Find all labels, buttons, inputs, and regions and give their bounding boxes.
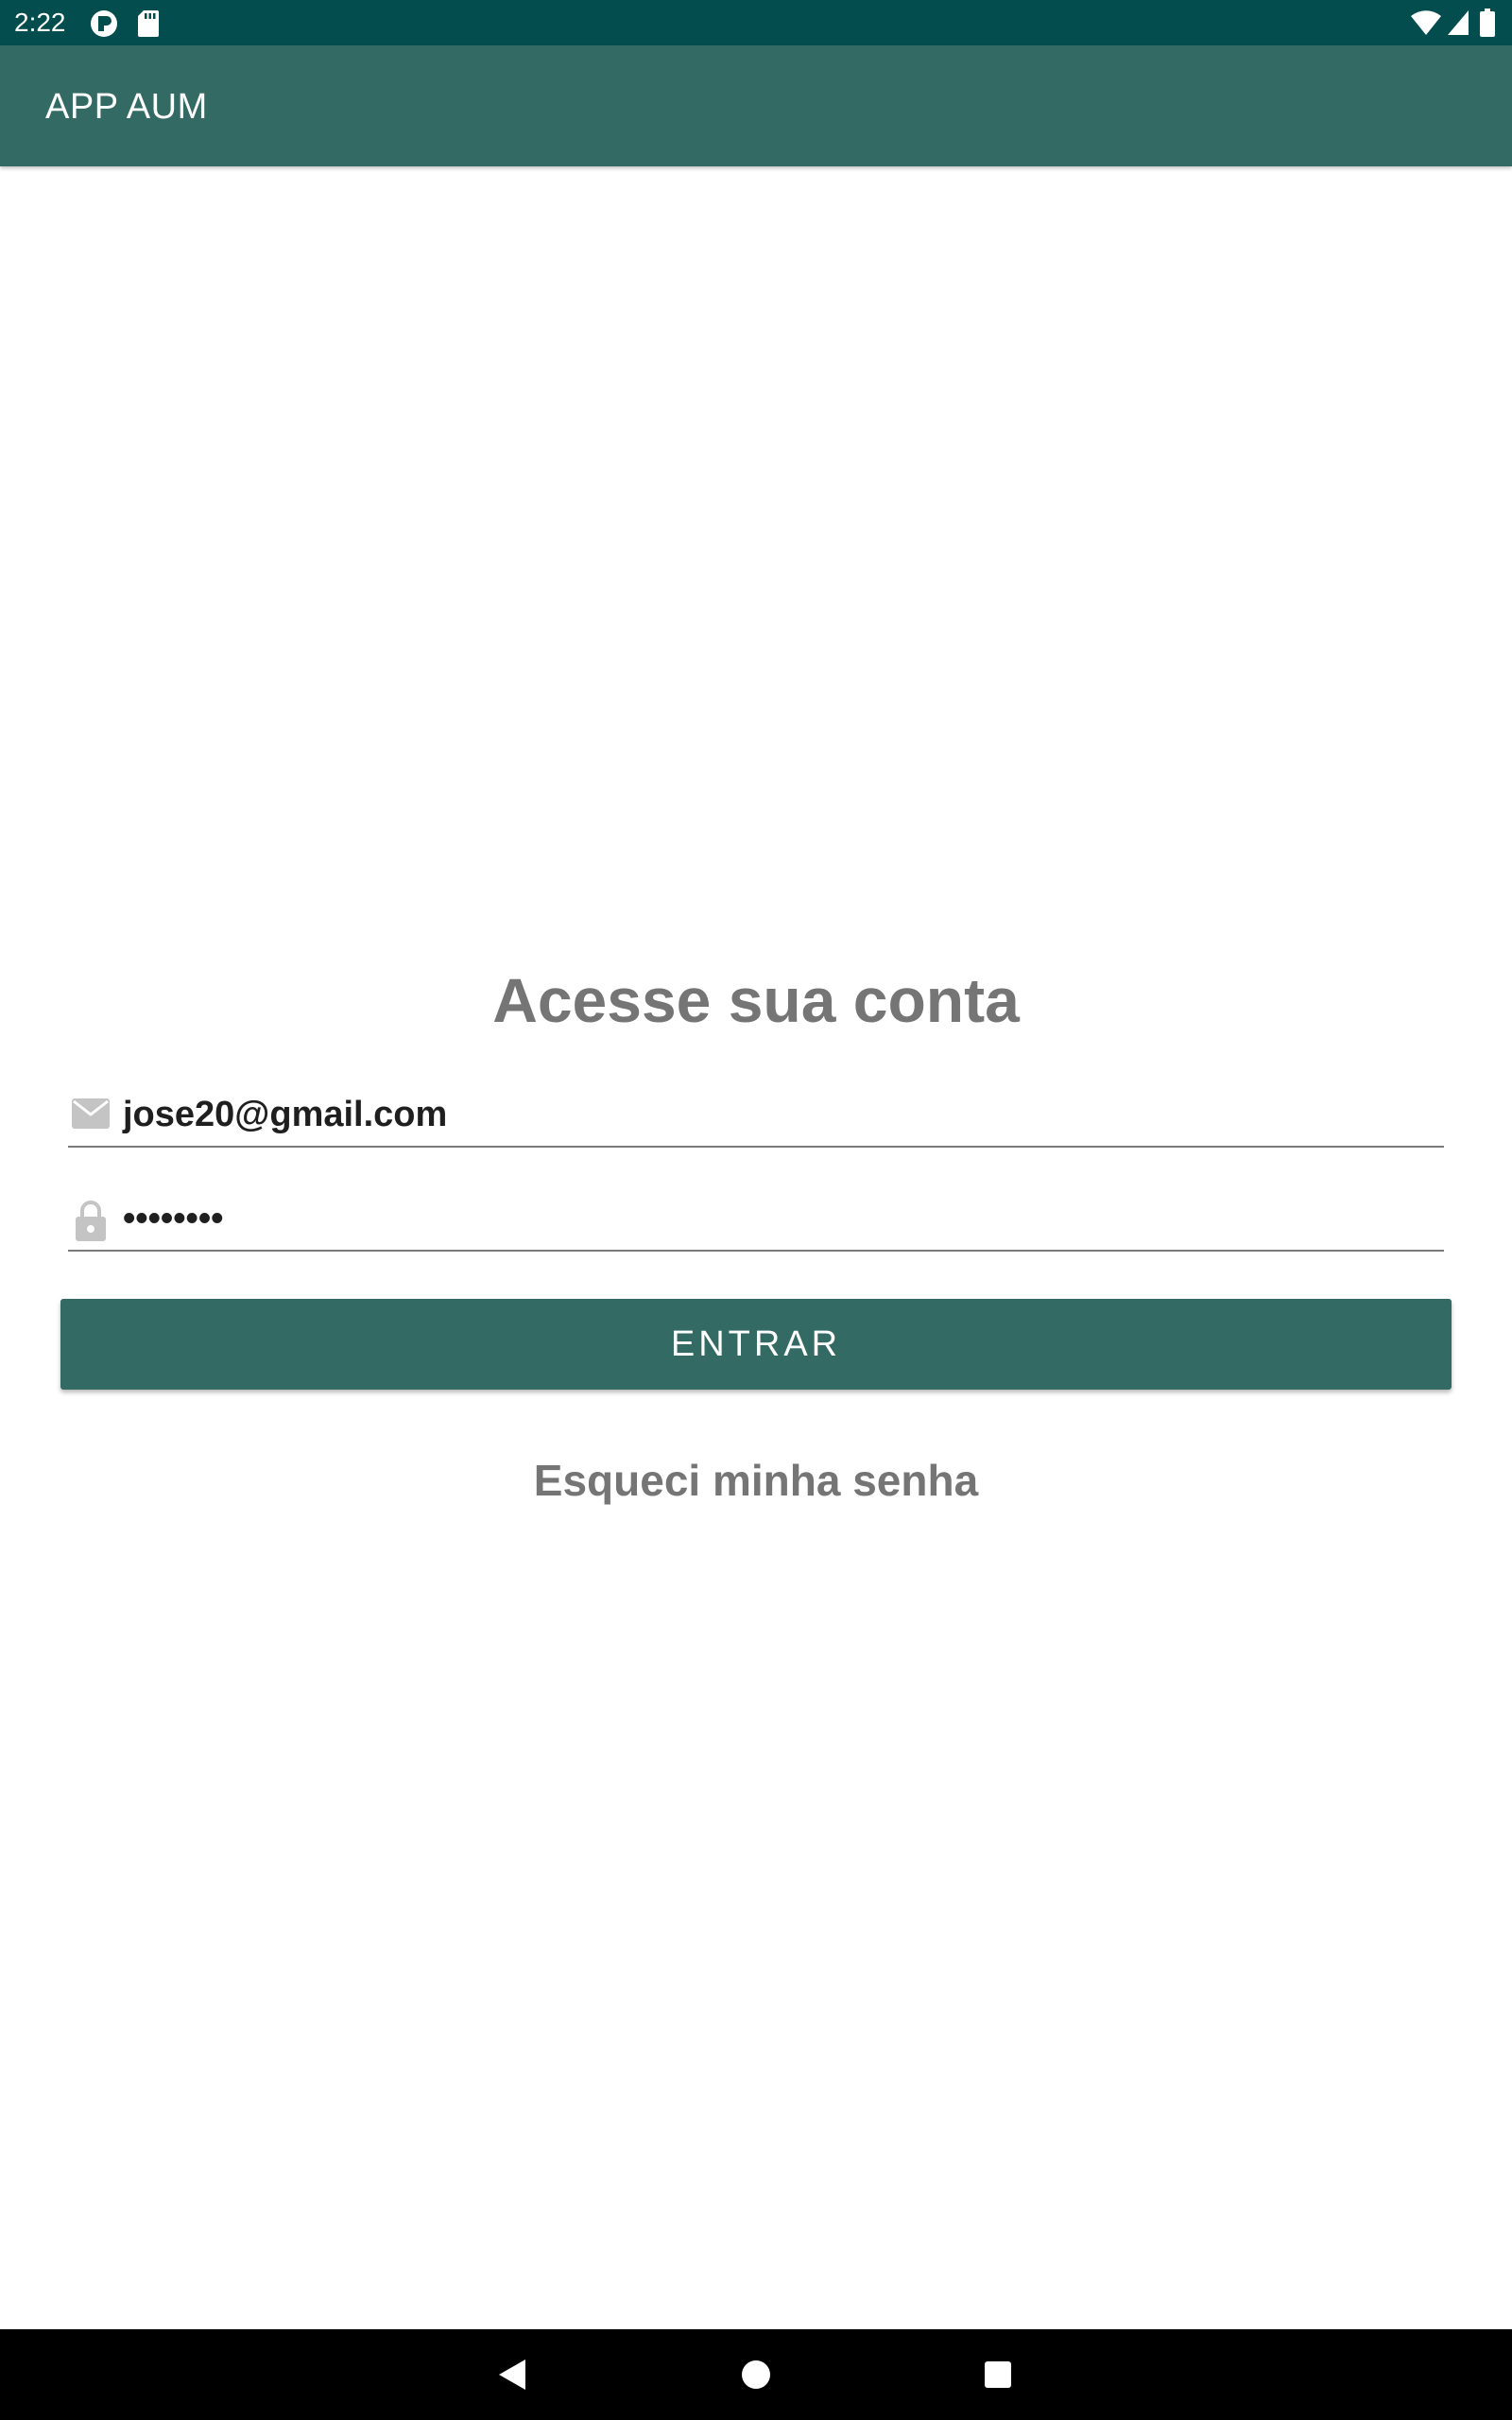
forgot-password-link[interactable]: Esqueci minha senha — [0, 1452, 1512, 1509]
battery-icon — [1480, 9, 1495, 37]
login-heading: Acesse sua conta — [492, 965, 1020, 1035]
navigation-bar — [0, 2329, 1512, 2420]
app-bar: APP AUM — [0, 45, 1512, 166]
sd-card-icon — [138, 10, 159, 37]
login-screen: 2:22 APP AUM Acesse sua conta jose20@gma… — [0, 0, 1512, 2420]
login-button[interactable]: ENTRAR — [60, 1299, 1452, 1390]
home-icon[interactable] — [728, 2346, 784, 2403]
app-notification-icon — [91, 10, 117, 37]
back-icon[interactable] — [484, 2346, 541, 2403]
password-field[interactable]: •••••••• — [68, 1187, 1444, 1252]
status-time: 2:22 — [14, 8, 66, 37]
cell-signal-icon — [1448, 10, 1469, 35]
email-icon — [72, 1098, 110, 1129]
password-value: •••••••• — [123, 1199, 224, 1238]
wifi-icon — [1411, 10, 1441, 36]
status-bar: 2:22 — [0, 0, 1512, 45]
lock-icon — [76, 1201, 106, 1241]
email-value: jose20@gmail.com — [123, 1095, 448, 1134]
recents-icon[interactable] — [970, 2346, 1026, 2403]
app-title: APP AUM — [45, 87, 208, 127]
email-field[interactable]: jose20@gmail.com — [68, 1083, 1444, 1148]
